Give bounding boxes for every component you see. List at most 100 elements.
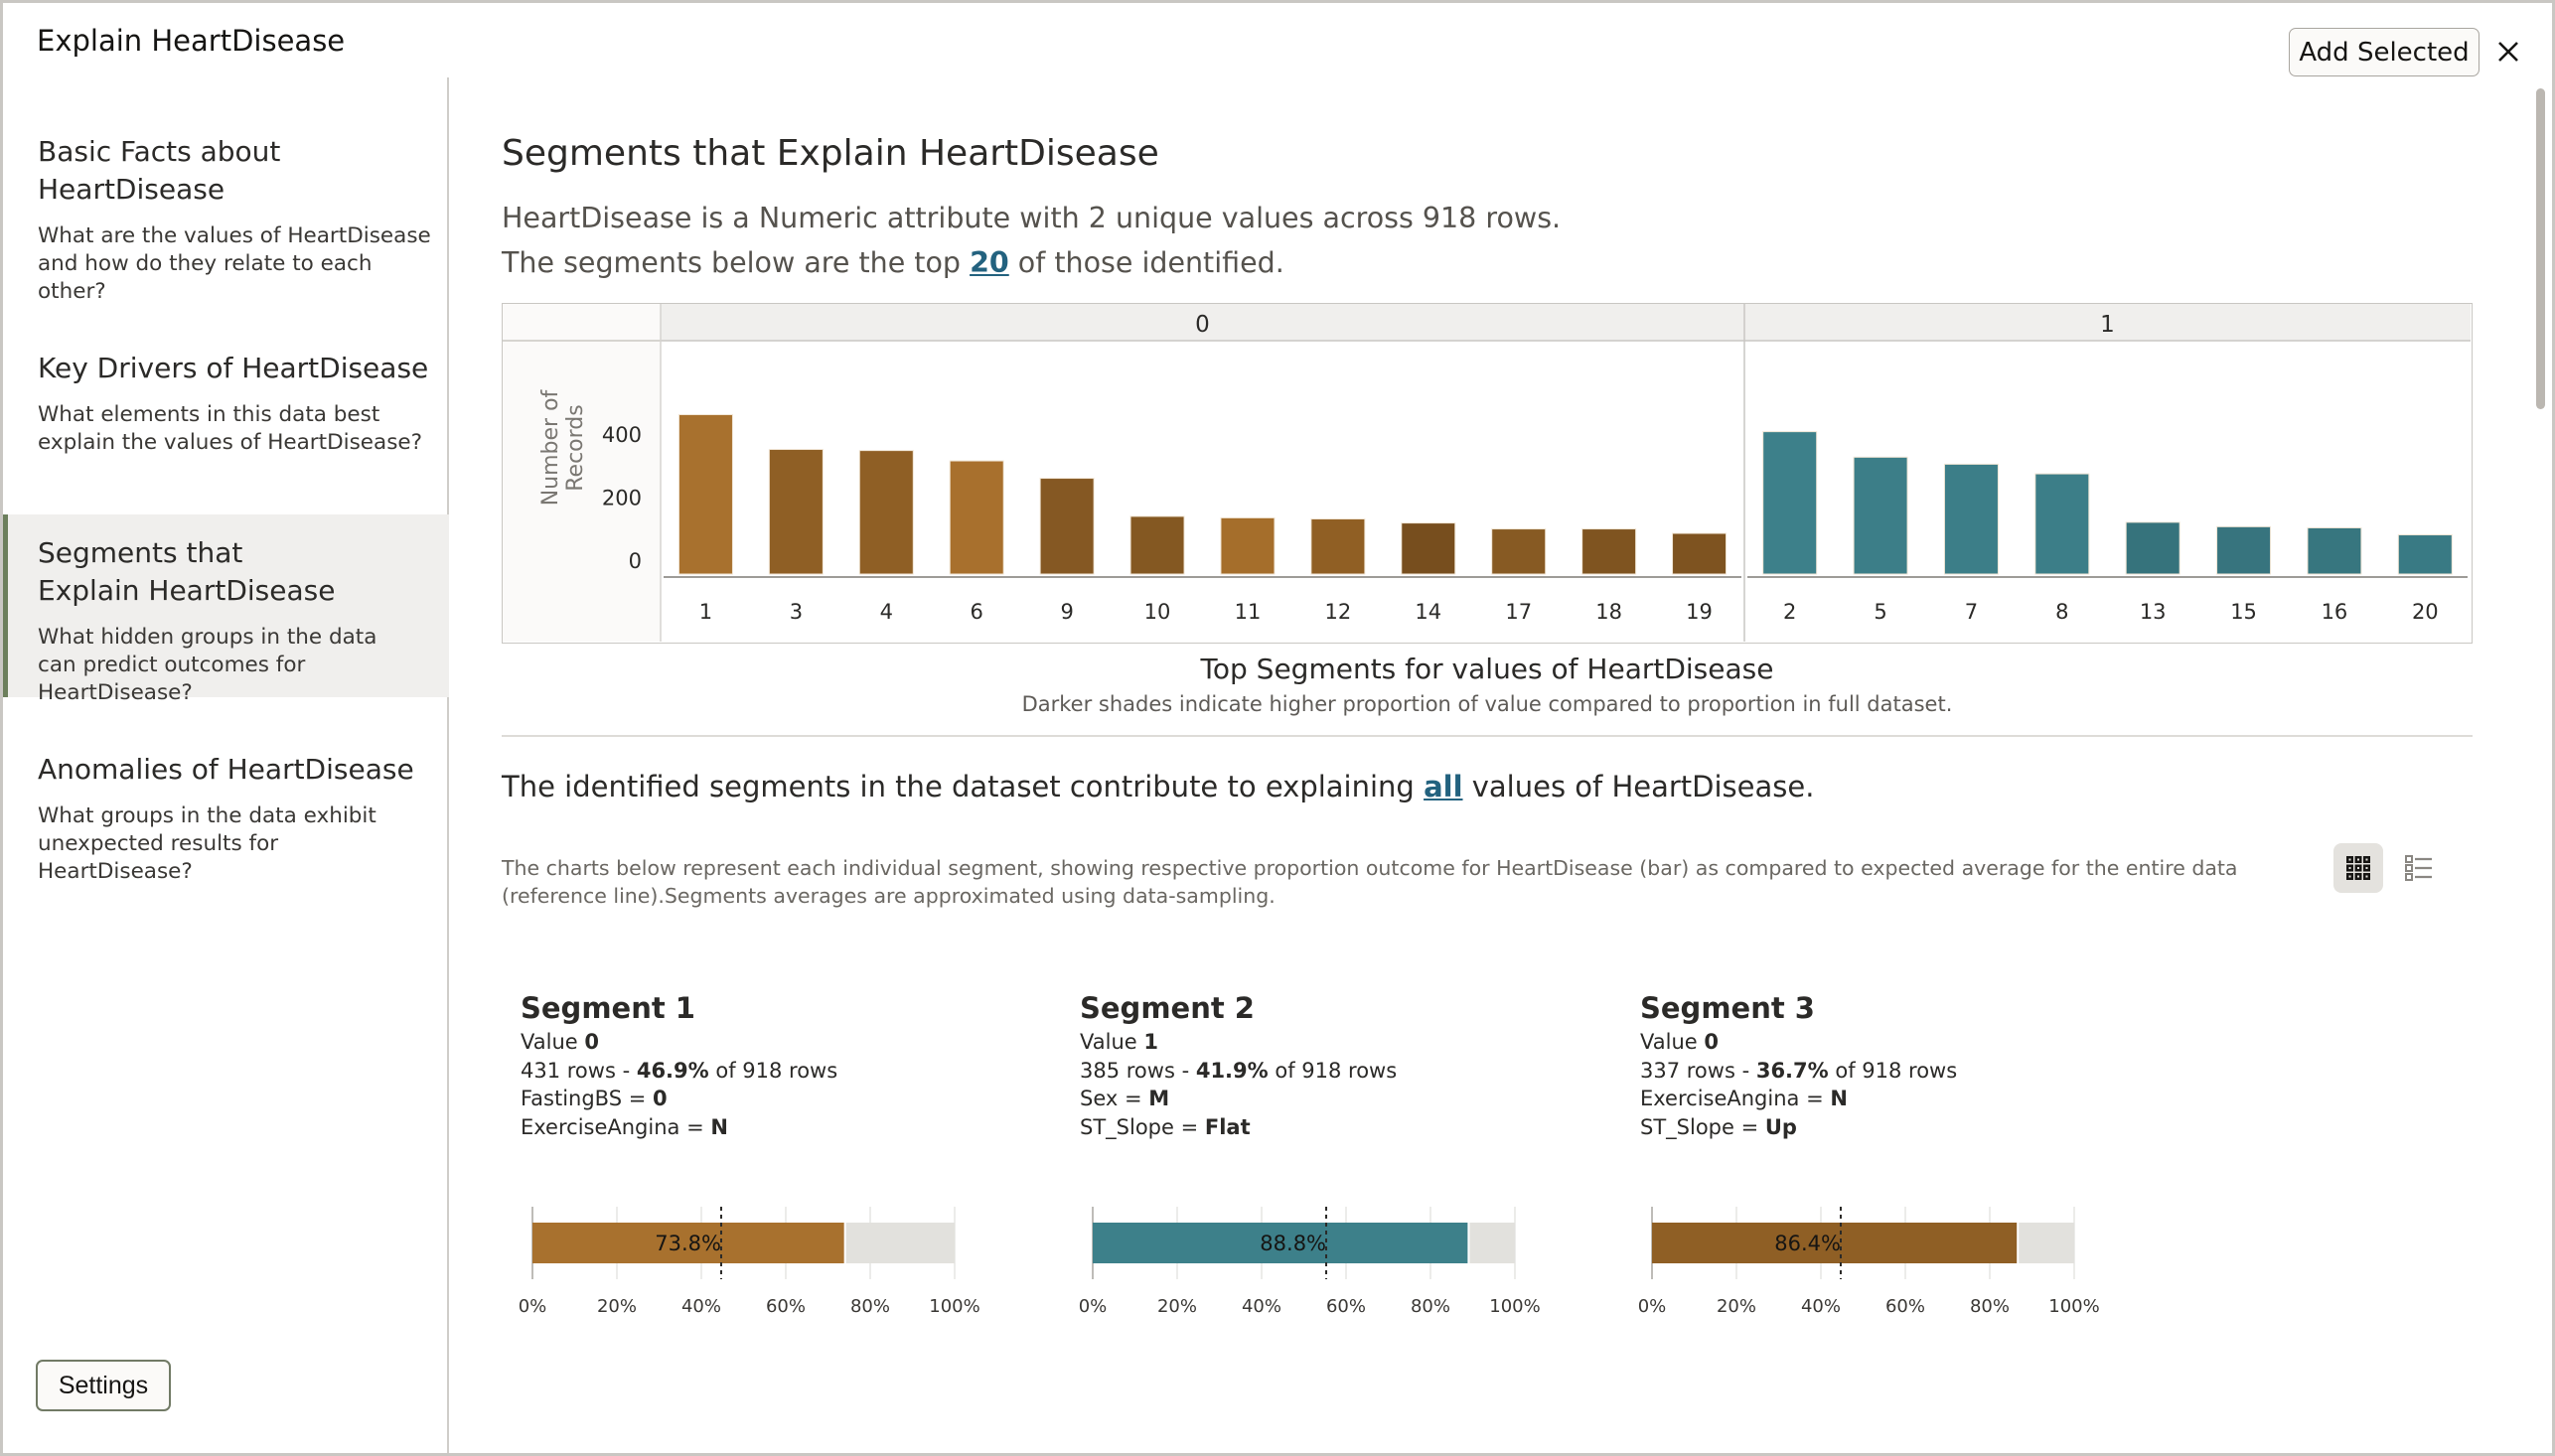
axis-tick-label: 40%	[1242, 1296, 1281, 1317]
sidebar-item-basic-facts[interactable]: Basic Facts about HeartDisease What are …	[3, 133, 449, 306]
axis-tick-label: 100%	[929, 1296, 979, 1317]
bar-segment-16[interactable]	[2307, 526, 2362, 575]
bar-segment-15[interactable]	[2216, 525, 2272, 575]
segment-value: Value 0	[521, 1030, 599, 1054]
contribution-statement: The identified segments in the dataset c…	[502, 770, 1814, 803]
segment-title: Segment 3	[1640, 991, 1815, 1025]
bar-segment-11[interactable]	[1220, 516, 1276, 575]
bar-segment-17[interactable]	[1491, 528, 1547, 575]
axis-tick-label: 40%	[681, 1296, 721, 1317]
panel-header-label: 1	[2100, 312, 2115, 338]
x-tick-label: 2	[1783, 600, 1796, 624]
segment-condition: ExerciseAngina = N	[1640, 1087, 1848, 1110]
close-icon	[2498, 42, 2518, 62]
axis-tick-label: 100%	[2048, 1296, 2099, 1317]
bar-segment-7[interactable]	[1943, 463, 1999, 575]
summary-line-2: The segments below are the top 20 of tho…	[502, 246, 1284, 279]
bar-segment-5[interactable]	[1853, 456, 1908, 575]
grid-view-icon	[2346, 856, 2370, 880]
axis-tick-label: 80%	[850, 1296, 890, 1317]
panel-header-row	[661, 304, 2471, 341]
chart-subtitle: Darker shades indicate higher proportion…	[1021, 692, 1953, 716]
segment-title: Segment 1	[521, 991, 695, 1025]
summary-line-1: HeartDisease is a Numeric attribute with…	[502, 202, 1562, 234]
sidebar: Basic Facts about HeartDisease What are …	[3, 77, 449, 1453]
x-tick-label: 8	[2055, 600, 2068, 624]
x-tick-label: 14	[1415, 600, 1441, 624]
sidebar-item-segments[interactable]: Segments that Explain HeartDisease What …	[3, 514, 449, 705]
bar-segment-18[interactable]	[1581, 528, 1637, 575]
bar-segment-3[interactable]	[768, 449, 824, 575]
bar-segment-1[interactable]	[677, 414, 733, 575]
bar-segment-14[interactable]	[1401, 522, 1456, 575]
settings-button[interactable]: Settings	[36, 1360, 171, 1411]
sidebar-item-description: What groups in the data exhibit unexpect…	[38, 803, 376, 884]
x-tick-label: 4	[880, 600, 893, 624]
sidebar-item-title: Segments that Explain HeartDisease	[38, 536, 336, 607]
segment-rows: 431 rows - 46.9% of 918 rows	[521, 1058, 838, 1083]
bar-segment-2[interactable]	[1762, 431, 1818, 575]
segments-chart-svg: Number of Records 020040001 3 4 6 9 10 11 12 14 1…	[503, 304, 2471, 642]
sidebar-item-anomalies[interactable]: Anomalies of HeartDisease What groups in…	[3, 751, 449, 886]
bar-segment-8[interactable]	[2034, 473, 2090, 575]
sidebar-item-title: Anomalies of HeartDisease	[38, 753, 414, 786]
bar-segment-19[interactable]	[1672, 532, 1728, 575]
top-count-link[interactable]: 20	[970, 246, 1009, 279]
sidebar-item-key-drivers[interactable]: Key Drivers of HeartDisease What element…	[3, 350, 449, 457]
bar-segment-13[interactable]	[2125, 521, 2180, 575]
bar-segment-4[interactable]	[858, 450, 914, 575]
bar-segment-12[interactable]	[1310, 518, 1366, 575]
x-tick-label: 19	[1686, 600, 1713, 624]
x-tick-label: 16	[2322, 600, 2348, 624]
x-tick-label: 1	[699, 600, 712, 624]
segment-rows: 337 rows - 36.7% of 918 rows	[1640, 1058, 1958, 1083]
segment-card-1[interactable]: Segment 1 Value 0 431 rows - 46.9% of 91…	[521, 988, 1057, 1141]
list-view-button[interactable]	[2394, 843, 2444, 893]
segment-condition: Sex = M	[1080, 1087, 1170, 1110]
bar-segment-9[interactable]	[1039, 478, 1095, 575]
y-tick-label: 0	[629, 549, 642, 573]
x-tick-label: 3	[790, 600, 803, 624]
segment-value: Value 1	[1080, 1030, 1158, 1054]
axis-tick-label: 0%	[1638, 1296, 1667, 1317]
segment-condition: ST_Slope = Flat	[1080, 1114, 1251, 1139]
sidebar-item-title: Basic Facts about HeartDisease	[38, 135, 281, 206]
proportion-label: 86.4%	[1774, 1232, 1841, 1255]
close-button[interactable]	[2491, 30, 2525, 73]
segment-3-proportion-chart: 0% 20% 40% 60% 80% 100% 86.4%	[1638, 1207, 2100, 1317]
dialog-title: Explain HeartDisease	[37, 24, 346, 58]
bar-segment-10[interactable]	[1129, 515, 1185, 575]
panel-header-label: 0	[1195, 312, 1210, 338]
grid-view-button[interactable]	[2333, 843, 2383, 893]
segment-condition: ST_Slope = Up	[1640, 1114, 1797, 1139]
remainder-bar	[845, 1223, 955, 1263]
remainder-bar	[1469, 1223, 1515, 1263]
segment-card-2[interactable]: Segment 2 Value 1 385 rows - 41.9% of 91…	[1080, 988, 1616, 1141]
x-tick-label: 5	[1874, 600, 1886, 624]
contrib-text: The identified segments in the dataset c…	[502, 770, 1425, 803]
list-view-icon	[2405, 855, 2432, 881]
all-values-link[interactable]: all	[1424, 770, 1462, 803]
segment-condition: FastingBS = 0	[521, 1087, 668, 1110]
x-tick-label: 18	[1595, 600, 1622, 624]
segment-card-3[interactable]: Segment 3 Value 0 337 rows - 36.7% of 91…	[1640, 988, 2177, 1141]
axis-tick-label: 60%	[766, 1296, 806, 1317]
x-tick-label: 15	[2230, 600, 2257, 624]
add-selected-button[interactable]: Add Selected	[2289, 28, 2480, 76]
remainder-bar	[2019, 1223, 2074, 1263]
main-scrollbar[interactable]	[2536, 88, 2545, 409]
chart-title: Top Segments for values of HeartDisease	[1200, 653, 1774, 685]
axis-tick-label: 20%	[597, 1296, 637, 1317]
bar-segment-6[interactable]	[949, 460, 1004, 575]
sidebar-item-description: What are the values of HeartDisease and …	[38, 223, 431, 304]
sidebar-item-description: What elements in this data best explain …	[38, 402, 423, 455]
axis-tick-label: 60%	[1885, 1296, 1925, 1317]
x-tick-label: 13	[2140, 600, 2167, 624]
sidebar-item-title: Key Drivers of HeartDisease	[38, 352, 429, 384]
segment-title: Segment 2	[1080, 991, 1255, 1025]
bar-segment-20[interactable]	[2397, 534, 2453, 575]
segments-description: The charts below represent each individu…	[502, 856, 2238, 908]
x-tick-label: 20	[2412, 600, 2439, 624]
axis-tick-label: 80%	[1411, 1296, 1450, 1317]
section-divider	[502, 735, 2473, 737]
